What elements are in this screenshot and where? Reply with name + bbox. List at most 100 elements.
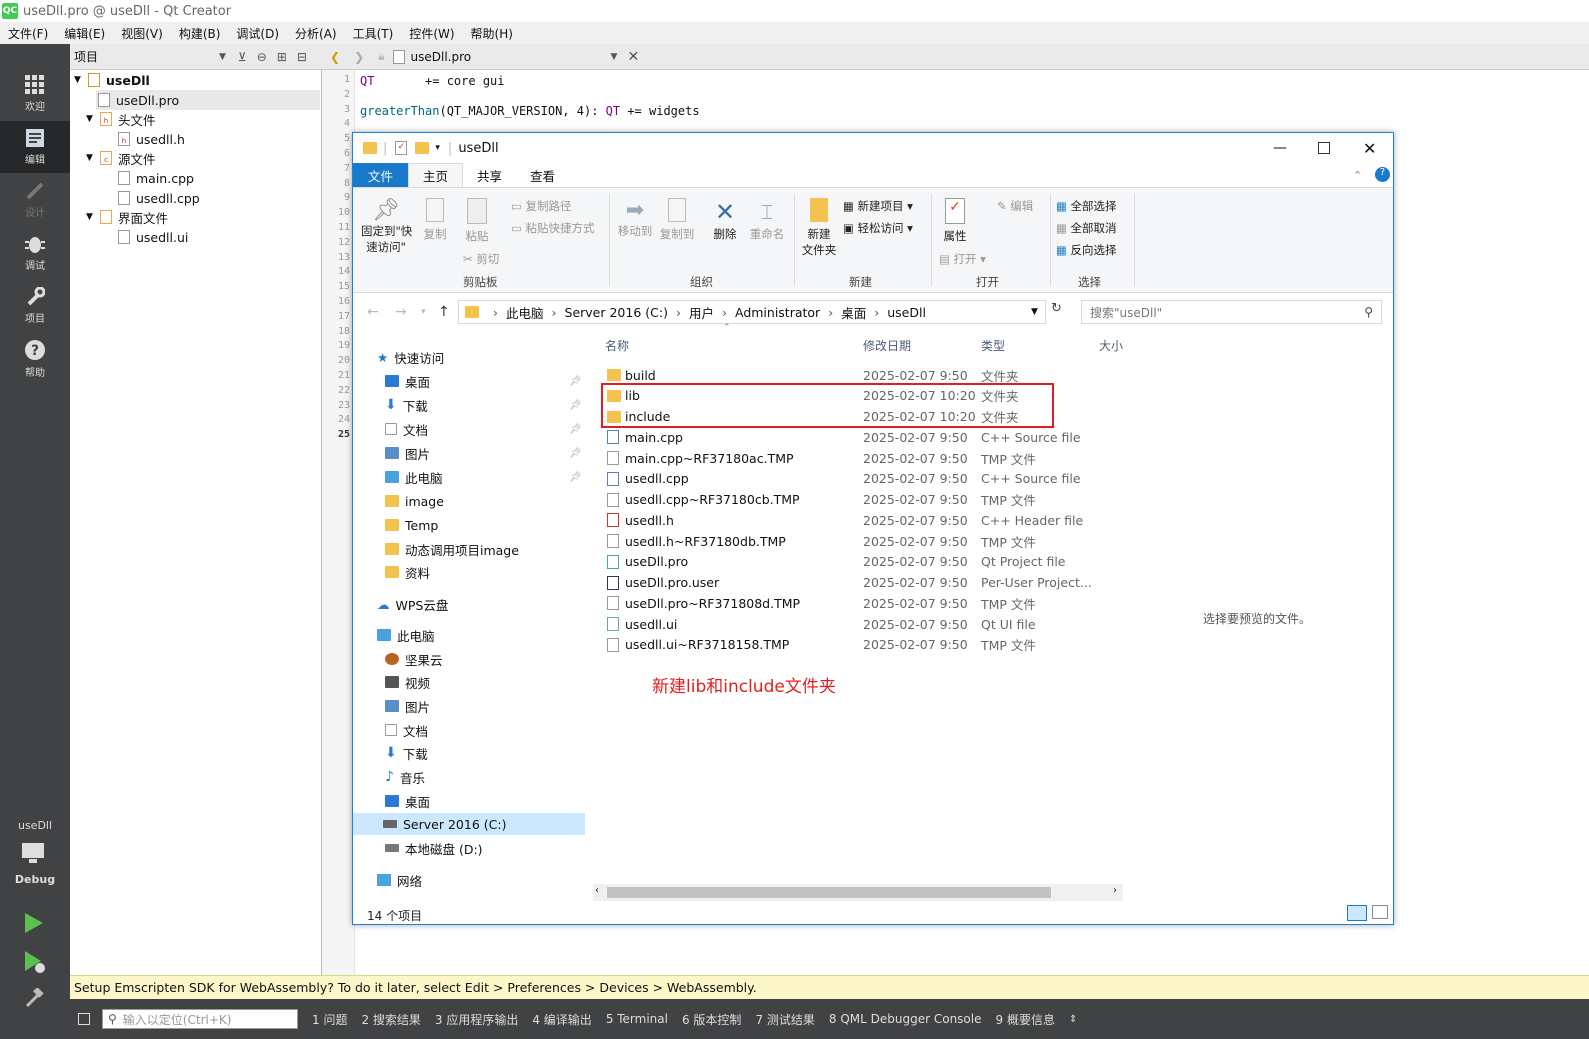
filter-icon[interactable]: ⊻ xyxy=(238,50,247,64)
debug-run-button[interactable] xyxy=(24,950,46,977)
scrollbar-thumb[interactable] xyxy=(607,887,1051,898)
column-date[interactable]: 修改日期 xyxy=(863,337,911,354)
tab-search-results[interactable]: 2 搜索结果 xyxy=(361,1011,420,1028)
more-tabs-icon[interactable]: ⇕ xyxy=(1069,1014,1077,1025)
nav-temp[interactable]: Temp xyxy=(385,514,438,536)
maximize-icon[interactable] xyxy=(1318,142,1330,154)
menu-debug[interactable]: 调试(D) xyxy=(228,25,287,42)
scroll-right-icon[interactable]: › xyxy=(1113,885,1117,896)
menu-file[interactable]: 文件(F) xyxy=(0,25,56,42)
tab-general-messages[interactable]: 9 概要信息 xyxy=(996,1011,1055,1028)
file-row[interactable]: usedll.ui 2025-02-07 9:50 Qt UI file xyxy=(605,614,1115,634)
tree-item-header[interactable]: h usedll.h xyxy=(118,129,185,149)
nav-network[interactable]: 网络 xyxy=(377,869,422,891)
split-icon[interactable]: ⊞ xyxy=(277,50,287,64)
qat-dropdown-icon[interactable]: ▾ xyxy=(435,143,440,153)
file-row[interactable]: usedll.cpp~RF37180cb.TMP 2025-02-07 9:50 T… xyxy=(605,490,1115,510)
breadcrumb-administrator[interactable]: Administrator xyxy=(735,305,820,320)
tree-item-pro[interactable]: useDll.pro xyxy=(96,90,320,110)
new-folder-button[interactable]: 新建 文件夹 xyxy=(799,198,839,258)
run-button[interactable] xyxy=(24,912,44,937)
chevron-down-icon[interactable]: ▼ xyxy=(86,114,100,124)
tab-test-results[interactable]: 7 测试结果 xyxy=(755,1011,814,1028)
tab-terminal[interactable]: 5 Terminal xyxy=(606,1012,668,1026)
nav-this-pc-quick[interactable]: 此电脑 📌︎ xyxy=(385,466,582,488)
tree-item-usedll-cpp[interactable]: usedll.cpp xyxy=(118,188,200,208)
tab-issues[interactable]: 1 问题 xyxy=(312,1011,347,1028)
paste-shortcut-button[interactable]: ▭ 粘贴快捷方式 xyxy=(511,220,595,236)
pin-quick-access-button[interactable]: 📌︎ 固定到"快 速访问" xyxy=(361,198,412,255)
menu-tools[interactable]: 工具(T) xyxy=(345,25,402,42)
forward-icon[interactable]: ❯ xyxy=(354,50,364,64)
tab-view[interactable]: 查看 xyxy=(516,163,569,187)
chevron-down-icon[interactable]: ▼ xyxy=(74,75,88,85)
tab-version-control[interactable]: 6 版本控制 xyxy=(682,1011,741,1028)
copy-path-button[interactable]: ▭ 复制路径 xyxy=(511,198,572,214)
pin-icon[interactable]: 📌︎ xyxy=(569,376,582,387)
chevron-down-icon[interactable]: ▼ xyxy=(86,153,100,163)
chevron-down-icon[interactable]: ▼ xyxy=(611,52,618,62)
pin-icon[interactable]: 📌︎ xyxy=(569,400,582,411)
minimize-icon[interactable]: — xyxy=(1273,140,1287,156)
locator-input[interactable]: ⚲ 输入以定位(Ctrl+K) xyxy=(102,1009,298,1029)
nav-dyn[interactable]: 动态调用项目image xyxy=(385,538,519,560)
close-panel-icon[interactable]: ⊟ xyxy=(297,50,307,64)
help-icon[interactable]: ? xyxy=(1375,167,1390,182)
invert-selection-button[interactable]: ▦ 反向选择 xyxy=(1056,242,1117,258)
column-size[interactable]: 大小 xyxy=(1099,337,1123,354)
mode-edit[interactable]: 编辑 xyxy=(0,121,70,173)
menu-help[interactable]: 帮助(H) xyxy=(463,25,521,42)
file-row[interactable]: usedll.h 2025-02-07 9:50 C++ Header file xyxy=(605,510,1115,530)
tree-item-ui[interactable]: usedll.ui xyxy=(118,227,188,247)
nav-pictures[interactable]: 图片 📌︎ xyxy=(385,442,582,464)
nav-downloads2[interactable]: ⬇ 下载 xyxy=(385,742,428,764)
scroll-left-icon[interactable]: ‹ xyxy=(595,885,599,896)
nav-desktop[interactable]: 桌面 📌︎ xyxy=(385,370,582,392)
nav-documents2[interactable]: 文档 xyxy=(385,719,428,741)
tree-sources[interactable]: ▼ c 源文件 xyxy=(86,148,156,168)
file-row[interactable]: useDll.pro 2025-02-07 9:50 Qt Project file xyxy=(605,552,1115,572)
mode-projects[interactable]: 项目 xyxy=(0,280,70,332)
properties-qat-icon[interactable]: ✓ xyxy=(395,141,408,155)
nav-documents[interactable]: 文档 📌︎ xyxy=(385,418,582,440)
select-all-button[interactable]: ▦ 全部选择 xyxy=(1056,198,1117,214)
edit-button[interactable]: ✎ 编辑 xyxy=(997,198,1033,214)
mode-debug[interactable]: 调试 xyxy=(0,227,70,279)
menu-edit[interactable]: 编辑(E) xyxy=(56,25,113,42)
file-row[interactable]: build 2025-02-07 9:50 文件夹 xyxy=(605,365,1115,385)
large-icons-view-icon[interactable] xyxy=(1372,905,1388,919)
chevron-down-icon[interactable]: ▼ xyxy=(86,212,100,222)
mode-help[interactable]: ? 帮助 xyxy=(0,333,70,385)
pin-icon[interactable]: 📌︎ xyxy=(569,472,582,483)
file-row[interactable]: main.cpp~RF37180ac.TMP 2025-02-07 9:50 TMP… xyxy=(605,448,1115,468)
copy-button[interactable]: 复制 xyxy=(419,198,451,242)
pin-icon[interactable]: 📌︎ xyxy=(569,424,582,435)
search-icon[interactable]: ⚲ xyxy=(1364,305,1373,319)
menu-view[interactable]: 视图(V) xyxy=(113,25,171,42)
nav-quick-access[interactable]: ★ 快速访问 xyxy=(377,346,444,368)
code-line-3[interactable]: greaterThan(QT_MAJOR_VERSION, 4): QT += … xyxy=(360,104,700,118)
toggle-sidebar-icon[interactable] xyxy=(78,1013,90,1025)
build-button[interactable] xyxy=(24,987,44,1011)
nav-music[interactable]: ♪ 音乐 xyxy=(385,766,425,788)
new-folder-qat-icon[interactable] xyxy=(415,142,430,154)
breadcrumb-users[interactable]: 用户 xyxy=(689,303,714,322)
nav-image[interactable]: image xyxy=(385,490,444,512)
new-item-button[interactable]: ▦ 新建项目 ▾ xyxy=(843,198,913,214)
menu-build[interactable]: 构建(B) xyxy=(171,25,229,42)
mode-welcome[interactable]: 欢迎 xyxy=(0,68,70,120)
kit-selector[interactable] xyxy=(21,842,47,869)
refresh-icon[interactable]: ↻ xyxy=(1051,301,1062,316)
tab-compile-output[interactable]: 4 编译输出 xyxy=(532,1011,591,1028)
tree-headers[interactable]: ▼ h 头文件 xyxy=(86,109,156,129)
code-line-1[interactable]: QT += core gui xyxy=(360,74,505,88)
up-arrow-icon[interactable]: ↑ xyxy=(438,304,450,320)
forward-arrow-icon[interactable]: → xyxy=(395,304,407,320)
rename-button[interactable]: ⌶ 重命名 xyxy=(747,198,787,242)
chevron-down-icon[interactable]: ▼ xyxy=(219,52,226,62)
file-row[interactable]: useDll.pro.user 2025-02-07 9:50 Per-User P… xyxy=(605,573,1115,593)
tab-file[interactable]: 文件 xyxy=(353,163,408,187)
breadcrumb-usedll[interactable]: useDll xyxy=(887,305,926,320)
menu-widgets[interactable]: 控件(W) xyxy=(401,25,462,42)
back-arrow-icon[interactable]: ← xyxy=(367,304,379,320)
